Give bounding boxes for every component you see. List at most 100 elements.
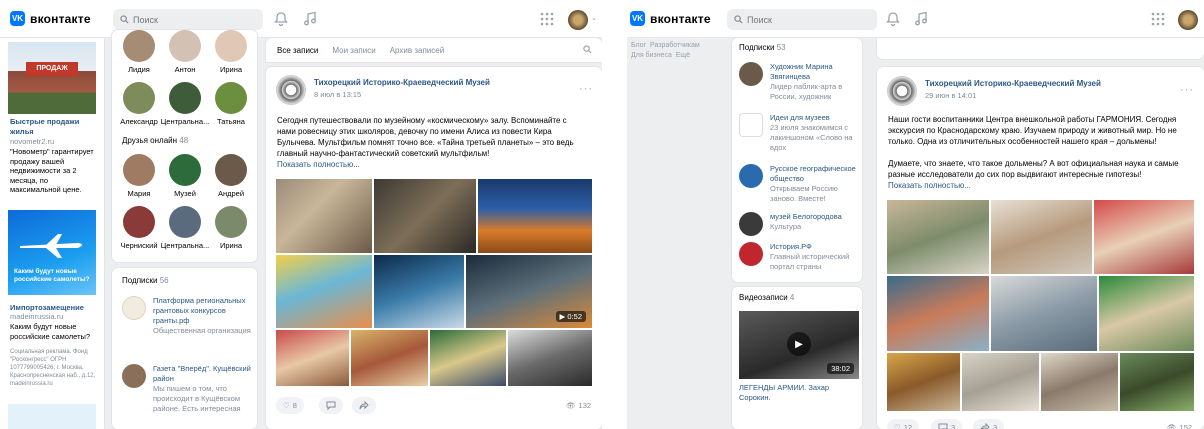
friend-item[interactable]: Антон xyxy=(162,30,208,82)
tab-all-posts[interactable]: Все записи xyxy=(277,46,318,55)
post-date[interactable]: 8 июл в 13:15 xyxy=(314,90,490,99)
post-photo[interactable] xyxy=(1099,276,1194,351)
chevron-down-icon[interactable]: ⌄ xyxy=(591,14,597,22)
ad-title[interactable]: Быстрые продажи жилья xyxy=(10,117,98,136)
post-photo[interactable] xyxy=(276,330,349,386)
link-business[interactable]: Для бизнеса xyxy=(631,52,672,59)
post-video[interactable]: ▶ 0:52 xyxy=(466,255,592,328)
post-author[interactable]: Тихорецкий Историко-Краеведческий Музей xyxy=(314,78,490,87)
friend-item[interactable]: Лидия xyxy=(116,30,162,82)
post-photo[interactable] xyxy=(351,330,428,386)
bell-icon[interactable] xyxy=(273,11,289,27)
show-more-link[interactable]: Показать полностью... xyxy=(277,159,577,170)
more-options-icon[interactable]: ··· xyxy=(1180,84,1194,96)
music-icon[interactable] xyxy=(302,11,318,27)
eye-icon: 👁 xyxy=(566,401,576,410)
post-photo[interactable] xyxy=(991,276,1097,351)
post-photo[interactable] xyxy=(374,179,476,253)
post-author-avatar[interactable] xyxy=(887,76,917,106)
videos-title[interactable]: Видеозаписи 4 xyxy=(739,293,794,302)
ad-source-2[interactable]: madeinrussia.ru xyxy=(10,312,63,322)
post-author-avatar[interactable] xyxy=(276,75,306,105)
like-button[interactable]: ♡ 8 xyxy=(276,397,304,414)
ad-text-2: Каким будут новые российские самолеты? xyxy=(10,322,91,341)
friend-item[interactable]: Татьяна xyxy=(208,82,254,134)
search-input[interactable] xyxy=(133,14,243,25)
show-more-link[interactable]: Показать полностью... xyxy=(888,180,1193,191)
subscriptions-title[interactable]: Подписки 53 xyxy=(739,43,786,52)
post-date[interactable]: 29 июн в 14:01 xyxy=(925,91,1101,100)
search-input[interactable] xyxy=(747,14,857,25)
link-blog[interactable]: Блог xyxy=(631,42,646,49)
post-photo[interactable] xyxy=(887,276,989,351)
subscription-item[interactable]: Идеи для музеев 23 июля знакомимся с лаки… xyxy=(739,113,859,153)
tab-my-posts[interactable]: Мои записи xyxy=(332,46,375,55)
friends-online-title[interactable]: Друзья онлайн 48 xyxy=(122,136,188,145)
friend-online-item[interactable]: Андрей xyxy=(208,154,254,206)
post-photo[interactable] xyxy=(991,200,1092,274)
friend-online-item[interactable]: Центральна... xyxy=(161,206,209,258)
search-box[interactable] xyxy=(113,9,263,30)
vk-logo[interactable]: VK вконтакте xyxy=(10,11,91,26)
post-photo[interactable] xyxy=(478,179,592,253)
wall-search-icon[interactable] xyxy=(583,45,592,54)
subscription-avatar xyxy=(739,212,763,236)
post-photo[interactable] xyxy=(1120,353,1194,411)
comment-button[interactable] xyxy=(319,397,343,414)
friend-item[interactable]: Центральна... xyxy=(161,82,209,134)
vk-logo[interactable]: VK вконтакте xyxy=(630,11,711,26)
post-author[interactable]: Тихорецкий Историко-Краеведческий Музей xyxy=(925,79,1101,88)
subscription-item[interactable]: Художник Марина Звягинцева Лидер паблик-а… xyxy=(739,62,859,102)
tab-archive[interactable]: Архив записей xyxy=(390,46,444,55)
video-duration: ▶ 0:52 xyxy=(555,311,586,322)
post-photo[interactable] xyxy=(508,330,592,386)
friend-online-item[interactable]: Музей xyxy=(162,154,208,206)
apps-grid-icon[interactable] xyxy=(539,11,555,27)
post-photo[interactable] xyxy=(1041,353,1118,411)
music-icon[interactable] xyxy=(913,11,929,27)
screenshot-left: VK вконтакте ⌄ ПРОДАЖ Быстрые продажи жи… xyxy=(0,0,602,429)
top-bar: VK вконтакте ⌄ xyxy=(0,0,602,38)
video-title[interactable]: ЛЕГЕНДЫ АРМИИ. Захар Сорокин. xyxy=(739,383,859,403)
profile-avatar[interactable] xyxy=(1178,10,1198,30)
subscription-item[interactable]: История.РФ Главный исторический портал ст… xyxy=(739,242,859,272)
friend-online-item[interactable]: Мария xyxy=(116,154,162,206)
ad-image-3[interactable] xyxy=(8,404,96,429)
post-photo[interactable] xyxy=(276,255,372,328)
profile-avatar[interactable] xyxy=(568,10,588,30)
friend-item[interactable]: Александр xyxy=(116,82,162,134)
comment-button[interactable]: 3 xyxy=(931,419,963,429)
post-photo[interactable] xyxy=(430,330,506,386)
subscriptions-title[interactable]: Подписки 56 xyxy=(122,276,169,285)
subscription-item[interactable]: музей Белогородова Культура xyxy=(739,212,859,236)
more-options-icon[interactable]: ··· xyxy=(579,83,593,95)
video-thumbnail[interactable]: ▶ 38:02 xyxy=(739,311,859,379)
post-photo[interactable] xyxy=(1094,200,1194,274)
post-photo[interactable] xyxy=(276,179,372,253)
link-developers[interactable]: Разработчикам xyxy=(650,42,700,49)
post-photo[interactable] xyxy=(374,255,464,328)
subscription-item[interactable]: Русское географическое общество Открываем… xyxy=(739,164,859,204)
heart-icon: ♡ xyxy=(283,401,290,410)
friend-item[interactable]: Ирина xyxy=(208,30,254,82)
friend-online-item[interactable]: Ирина xyxy=(208,206,254,258)
share-button[interactable]: 3 xyxy=(973,419,1005,429)
ad-image-house[interactable]: ПРОДАЖ xyxy=(8,42,96,114)
post-photo[interactable] xyxy=(887,200,989,274)
like-button[interactable]: ♡ 12 xyxy=(887,419,920,429)
play-icon[interactable]: ▶ xyxy=(787,332,811,356)
link-more[interactable]: Ещё xyxy=(676,52,690,59)
search-box[interactable] xyxy=(727,9,877,30)
bell-icon[interactable] xyxy=(885,11,901,27)
post-photo[interactable] xyxy=(962,353,1039,411)
subscription-item[interactable]: Газета "Вперёд". Кущёвский район Мы пишем… xyxy=(122,364,252,414)
ad-source[interactable]: novometr2.ru xyxy=(10,137,54,147)
apps-grid-icon[interactable] xyxy=(1150,11,1166,27)
ad-image-plane[interactable]: Каким будут новые российские самолеты? xyxy=(8,210,96,295)
post-photo[interactable] xyxy=(887,353,960,411)
subscription-item[interactable]: Платформа региональных грантовых конкурс… xyxy=(122,296,252,336)
views-count: 👁 132 xyxy=(566,401,592,410)
friend-online-item[interactable]: Черниский xyxy=(116,206,162,258)
screenshot-divider xyxy=(602,0,627,429)
share-button[interactable] xyxy=(352,397,376,414)
